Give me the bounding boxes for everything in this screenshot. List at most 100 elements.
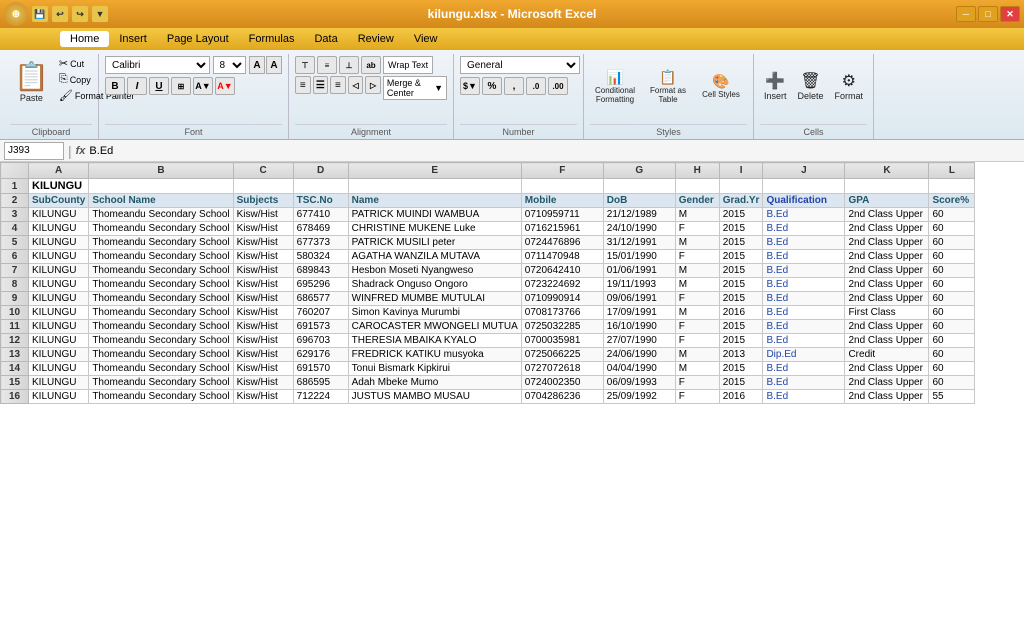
table-cell[interactable]: FREDRICK KATIKU musyoka: [348, 348, 521, 362]
table-cell[interactable]: 689843: [293, 264, 348, 278]
col-I[interactable]: I: [719, 163, 763, 179]
col-D[interactable]: D: [293, 163, 348, 179]
table-cell[interactable]: B.Ed: [763, 334, 845, 348]
table-cell[interactable]: 04/04/1990: [603, 362, 675, 376]
row-number[interactable]: 15: [1, 376, 29, 390]
table-cell[interactable]: 2nd Class Upper: [845, 222, 929, 236]
table-cell[interactable]: Kisw/Hist: [233, 250, 293, 264]
redo-quick-btn[interactable]: ↪: [72, 6, 88, 22]
table-cell[interactable]: Dip.Ed: [763, 348, 845, 362]
table-cell[interactable]: Score%: [929, 194, 975, 208]
table-cell[interactable]: THERESIA MBAIKA KYALO: [348, 334, 521, 348]
table-cell[interactable]: 2nd Class Upper: [845, 362, 929, 376]
table-cell[interactable]: AGATHA WANZILA MUTAVA: [348, 250, 521, 264]
table-cell[interactable]: JUSTUS MAMBO MUSAU: [348, 390, 521, 404]
table-cell[interactable]: 60: [929, 376, 975, 390]
menu-data[interactable]: Data: [304, 31, 347, 47]
table-cell[interactable]: Thomeandu Secondary School: [89, 264, 233, 278]
row-number[interactable]: 5: [1, 236, 29, 250]
table-cell[interactable]: WINFRED MUMBE MUTULAI: [348, 292, 521, 306]
table-cell[interactable]: Thomeandu Secondary School: [89, 376, 233, 390]
table-cell[interactable]: [603, 179, 675, 194]
undo-quick-btn[interactable]: ↩: [52, 6, 68, 22]
table-cell[interactable]: 60: [929, 334, 975, 348]
table-cell[interactable]: 0725032285: [521, 320, 603, 334]
table-cell[interactable]: 60: [929, 250, 975, 264]
table-cell[interactable]: Subjects: [233, 194, 293, 208]
table-cell[interactable]: CHRISTINE MUKENE Luke: [348, 222, 521, 236]
col-J[interactable]: J: [763, 163, 845, 179]
table-cell[interactable]: 16/10/1990: [603, 320, 675, 334]
table-cell[interactable]: KILUNGU: [29, 390, 89, 404]
col-E[interactable]: E: [348, 163, 521, 179]
table-cell[interactable]: F: [675, 376, 719, 390]
table-cell[interactable]: Adah Mbeke Mumo: [348, 376, 521, 390]
table-cell[interactable]: [845, 179, 929, 194]
table-cell[interactable]: Thomeandu Secondary School: [89, 208, 233, 222]
table-cell[interactable]: [929, 179, 975, 194]
table-cell[interactable]: 0720642410: [521, 264, 603, 278]
percent-btn[interactable]: %: [482, 77, 502, 95]
table-cell[interactable]: 2016: [719, 390, 763, 404]
col-K[interactable]: K: [845, 163, 929, 179]
table-cell[interactable]: Hesbon Moseti Nyangweso: [348, 264, 521, 278]
align-center-btn[interactable]: ☰: [313, 76, 329, 94]
align-top-btn[interactable]: ⊤: [295, 56, 315, 74]
table-cell[interactable]: 2016: [719, 306, 763, 320]
table-cell[interactable]: 0711470948: [521, 250, 603, 264]
table-cell[interactable]: F: [675, 334, 719, 348]
table-cell[interactable]: 2nd Class Upper: [845, 376, 929, 390]
table-cell[interactable]: KILUNGU: [29, 348, 89, 362]
table-cell[interactable]: 2nd Class Upper: [845, 278, 929, 292]
col-F[interactable]: F: [521, 163, 603, 179]
table-cell[interactable]: [348, 179, 521, 194]
table-cell[interactable]: 0725066225: [521, 348, 603, 362]
table-cell[interactable]: 60: [929, 278, 975, 292]
table-cell[interactable]: GPA: [845, 194, 929, 208]
table-cell[interactable]: 2nd Class Upper: [845, 264, 929, 278]
table-cell[interactable]: Kisw/Hist: [233, 236, 293, 250]
table-cell[interactable]: 60: [929, 236, 975, 250]
table-cell[interactable]: Thomeandu Secondary School: [89, 278, 233, 292]
table-cell[interactable]: Gender: [675, 194, 719, 208]
table-cell[interactable]: Kisw/Hist: [233, 264, 293, 278]
table-cell[interactable]: DoB: [603, 194, 675, 208]
table-cell[interactable]: Kisw/Hist: [233, 362, 293, 376]
minimize-btn[interactable]: ─: [956, 6, 976, 22]
table-cell[interactable]: 60: [929, 320, 975, 334]
table-cell[interactable]: KILUNGU: [29, 320, 89, 334]
fx-button[interactable]: fx: [76, 145, 86, 157]
table-cell[interactable]: 2013: [719, 348, 763, 362]
table-cell[interactable]: 01/06/1991: [603, 264, 675, 278]
row-number[interactable]: 14: [1, 362, 29, 376]
table-cell[interactable]: M: [675, 362, 719, 376]
table-cell[interactable]: Kisw/Hist: [233, 348, 293, 362]
table-cell[interactable]: M: [675, 236, 719, 250]
spreadsheet[interactable]: A B C D E F G H I J K L 1KILUNGU2SubCoun…: [0, 162, 1024, 620]
table-cell[interactable]: 31/12/1991: [603, 236, 675, 250]
table-cell[interactable]: M: [675, 306, 719, 320]
table-cell[interactable]: F: [675, 390, 719, 404]
row-number[interactable]: 8: [1, 278, 29, 292]
row-number[interactable]: 7: [1, 264, 29, 278]
underline-button[interactable]: U: [149, 77, 169, 95]
decrease-font-btn[interactable]: A: [266, 56, 282, 74]
align-bottom-btn[interactable]: ⊥: [339, 56, 359, 74]
row-number[interactable]: 1: [1, 179, 29, 194]
table-cell[interactable]: KILUNGU: [29, 264, 89, 278]
menu-page-layout[interactable]: Page Layout: [157, 31, 239, 47]
table-cell[interactable]: B.Ed: [763, 236, 845, 250]
table-cell[interactable]: 696703: [293, 334, 348, 348]
paste-button[interactable]: 📋 Paste: [10, 56, 53, 107]
table-cell[interactable]: 2015: [719, 208, 763, 222]
table-cell[interactable]: 695296: [293, 278, 348, 292]
table-cell[interactable]: KILUNGU: [29, 292, 89, 306]
table-cell[interactable]: KILUNGU: [29, 222, 89, 236]
close-btn[interactable]: ✕: [1000, 6, 1020, 22]
table-cell[interactable]: [719, 179, 763, 194]
table-cell[interactable]: B.Ed: [763, 208, 845, 222]
row-number[interactable]: 9: [1, 292, 29, 306]
row-number[interactable]: 3: [1, 208, 29, 222]
increase-decimal-btn[interactable]: .00: [548, 77, 568, 95]
table-cell[interactable]: School Name: [89, 194, 233, 208]
